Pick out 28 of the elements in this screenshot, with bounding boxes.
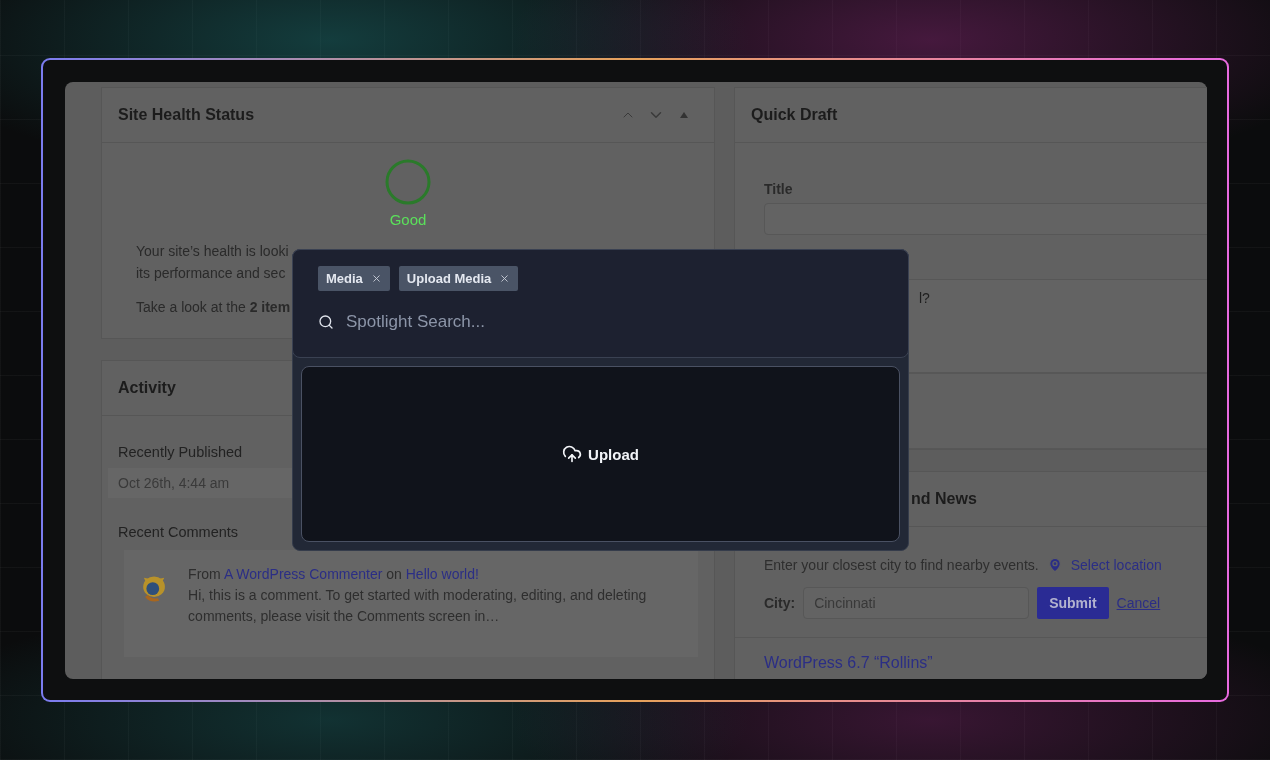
author-link[interactable]: A WordPress Commenter bbox=[223, 566, 383, 582]
panel-title: Activity bbox=[118, 379, 177, 397]
health-ring-icon bbox=[385, 159, 431, 205]
close-icon bbox=[499, 273, 511, 284]
panel-title: Site Health Status bbox=[118, 106, 256, 124]
upload-button[interactable]: Upload bbox=[556, 443, 645, 465]
spotlight-search-field[interactable]: Spotlight Search... bbox=[344, 311, 744, 333]
post-link[interactable]: Hello world! bbox=[405, 566, 479, 582]
title-label: Title bbox=[764, 181, 794, 197]
remove-tag-button[interactable] bbox=[370, 273, 382, 284]
panel-title: Quick Draft bbox=[751, 106, 839, 124]
filter-tag: Upload Media bbox=[398, 266, 519, 291]
section-heading: Recent Comments bbox=[118, 524, 239, 540]
close-icon bbox=[370, 273, 382, 284]
triangle-up-icon bbox=[680, 112, 688, 118]
comment-excerpt: Hi, this is a comment. To get started with moderating, editing, and deleting comments, please visit the Comments screen in… bbox=[188, 586, 648, 626]
panel-title: nd News bbox=[911, 490, 978, 508]
submit-button[interactable]: Submit bbox=[1037, 587, 1109, 619]
search-icon bbox=[318, 314, 334, 330]
cloud-upload-icon bbox=[562, 444, 583, 464]
city-label: City: bbox=[764, 595, 796, 611]
health-status: Good bbox=[389, 211, 427, 228]
remove-tag-button[interactable] bbox=[499, 273, 511, 284]
upload-dropzone[interactable]: Upload bbox=[301, 366, 900, 542]
comment-meta: From A WordPress Commenter on Hello world! bbox=[188, 565, 480, 584]
filter-tag: Media bbox=[318, 266, 390, 291]
title-field[interactable] bbox=[764, 203, 1207, 235]
section-heading: Recently Published bbox=[118, 444, 243, 460]
